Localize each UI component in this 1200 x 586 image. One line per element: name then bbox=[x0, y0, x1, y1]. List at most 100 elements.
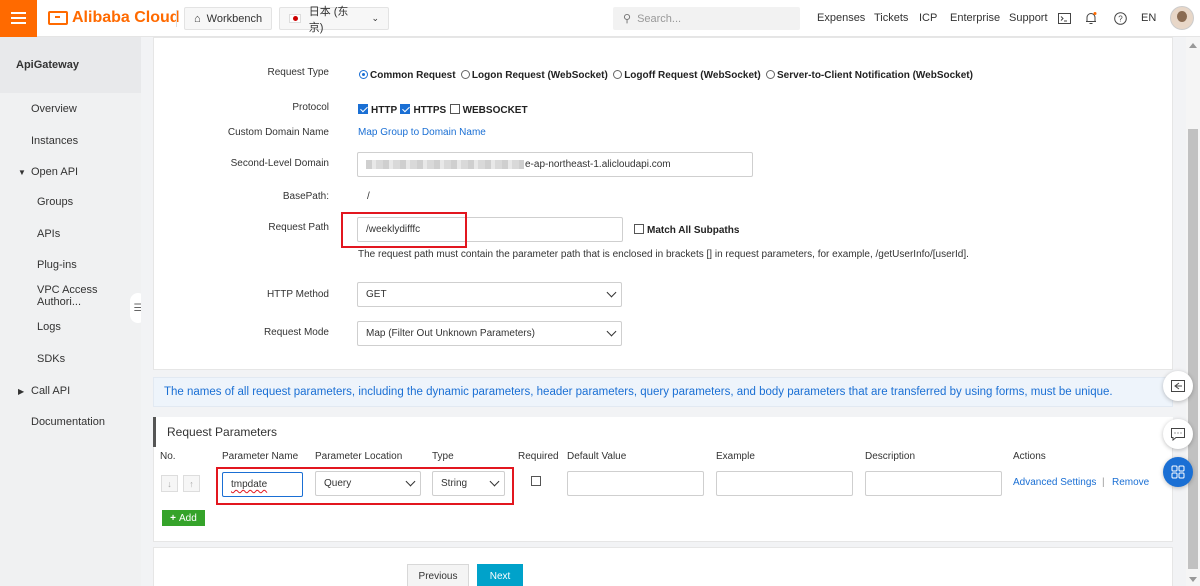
example-input[interactable] bbox=[716, 471, 853, 496]
feedback-button[interactable] bbox=[1163, 371, 1193, 401]
option-label: Match All Subpaths bbox=[647, 225, 740, 236]
sidebar-item-open-api[interactable]: ▼ Open API bbox=[0, 161, 141, 183]
request-path-label: Request Path bbox=[268, 222, 329, 233]
caret-right-icon: ▶ bbox=[18, 386, 25, 396]
sidebar-item-vpc-access[interactable]: VPC Access Authori... bbox=[0, 284, 141, 308]
move-down-button[interactable]: ↓ bbox=[161, 475, 178, 492]
region-selector[interactable]: 日本 (东京) ⌄ bbox=[279, 6, 389, 34]
terminal-icon[interactable] bbox=[1056, 10, 1072, 26]
selected-value: GET bbox=[366, 289, 387, 300]
search-placeholder: Search... bbox=[637, 12, 682, 25]
checkbox-websocket[interactable] bbox=[449, 104, 460, 114]
sidebar-item-apis[interactable]: APIs bbox=[0, 223, 141, 245]
move-up-button[interactable]: ↑ bbox=[183, 475, 200, 492]
radio-logoff-request[interactable] bbox=[613, 70, 623, 79]
column-header-default-value: Default Value bbox=[567, 451, 627, 462]
japan-flag-icon bbox=[289, 14, 301, 23]
request-mode-select[interactable]: Map (Filter Out Unknown Parameters) bbox=[357, 321, 622, 346]
http-method-select[interactable]: GET bbox=[357, 282, 622, 307]
arrow-down-icon: ↓ bbox=[167, 478, 172, 489]
map-domain-link[interactable]: Map Group to Domain Name bbox=[358, 127, 486, 138]
option-label: Common Request bbox=[370, 70, 456, 81]
request-type-group: Common Request Logon Request (WebSocket)… bbox=[357, 67, 973, 81]
language-switch[interactable]: EN bbox=[1141, 12, 1156, 24]
sidebar-item-groups[interactable]: Groups bbox=[0, 191, 141, 213]
home-icon: ⌂ bbox=[194, 12, 201, 25]
radio-server-notification[interactable] bbox=[766, 70, 776, 79]
option-label: Server-to-Client Notification (WebSocket… bbox=[777, 70, 973, 81]
help-icon[interactable]: ? bbox=[1112, 10, 1128, 26]
second-level-domain-label: Second-Level Domain bbox=[230, 158, 329, 169]
sidebar-item-plug-ins[interactable]: Plug-ins bbox=[0, 254, 141, 276]
second-level-domain-field[interactable]: e-ap-northeast-1.alicloudapi.com bbox=[357, 152, 753, 177]
sidebar-item-label: Logs bbox=[37, 321, 61, 333]
search-icon: ⚲ bbox=[623, 13, 632, 25]
sidebar-item-sdks[interactable]: SDKs bbox=[0, 348, 141, 370]
advanced-settings-link[interactable]: Advanced Settings bbox=[1013, 477, 1096, 488]
workbench-button[interactable]: ⌂ Workbench bbox=[184, 7, 273, 30]
avatar[interactable] bbox=[1170, 6, 1194, 30]
chat-button[interactable] bbox=[1163, 419, 1193, 449]
basepath-value: / bbox=[367, 191, 370, 202]
sidebar-item-label: Call API bbox=[31, 385, 71, 397]
sidebar-item-label: Overview bbox=[31, 103, 77, 115]
column-header-description: Description bbox=[865, 451, 916, 462]
next-button[interactable]: Next bbox=[477, 564, 523, 586]
column-header-parameter-name: Parameter Name bbox=[222, 451, 299, 462]
scroll-down-icon[interactable] bbox=[1189, 577, 1197, 582]
match-subpaths-option[interactable]: Match All Subpaths bbox=[634, 222, 739, 236]
sidebar-item-overview[interactable]: Overview bbox=[0, 98, 141, 120]
feedback-icon bbox=[1171, 380, 1185, 392]
apps-grid-icon bbox=[1171, 465, 1185, 479]
highlight-box-request-path bbox=[341, 212, 467, 248]
menu-icon[interactable] bbox=[0, 0, 37, 37]
alibaba-cloud-logo[interactable]: Alibaba Cloud bbox=[48, 8, 180, 28]
caret-down-icon: ▼ bbox=[18, 167, 26, 177]
scrollbar-thumb[interactable] bbox=[1188, 129, 1198, 569]
scroll-up-icon[interactable] bbox=[1189, 43, 1197, 48]
actions-separator: | bbox=[1102, 477, 1105, 488]
arrow-up-icon: ↑ bbox=[189, 478, 194, 489]
sidebar-item-documentation[interactable]: Documentation bbox=[0, 411, 141, 433]
checkbox-match-subpaths[interactable] bbox=[634, 224, 644, 234]
page-scrollbar[interactable] bbox=[1186, 37, 1200, 586]
tickets-link[interactable]: Tickets bbox=[874, 12, 908, 24]
description-input[interactable] bbox=[865, 471, 1002, 496]
search-input[interactable]: ⚲ Search... bbox=[613, 7, 800, 30]
option-label: HTTP bbox=[371, 105, 398, 116]
domain-suffix: e-ap-northeast-1.alicloudapi.com bbox=[525, 159, 671, 170]
chevron-down-icon: ⌄ bbox=[371, 13, 379, 23]
svg-text:?: ? bbox=[1118, 14, 1123, 23]
checkbox-https[interactable] bbox=[400, 104, 411, 114]
request-type-label: Request Type bbox=[267, 67, 329, 78]
checkbox-http[interactable] bbox=[358, 104, 368, 114]
required-checkbox[interactable] bbox=[531, 476, 541, 486]
alibaba-logo-icon bbox=[48, 11, 68, 25]
plus-icon: + bbox=[170, 512, 177, 524]
sidebar-item-logs[interactable]: Logs bbox=[0, 316, 141, 338]
radio-logon-request[interactable] bbox=[460, 70, 470, 79]
apps-button[interactable] bbox=[1163, 457, 1193, 487]
main-content: Request Type Common Request Logon Reques… bbox=[141, 37, 1186, 586]
highlight-box-parameter-row bbox=[216, 467, 514, 505]
sidebar-item-instances[interactable]: Instances bbox=[0, 130, 141, 152]
icp-link[interactable]: ICP bbox=[919, 12, 937, 24]
support-link[interactable]: Support bbox=[1009, 12, 1048, 24]
expenses-link[interactable]: Expenses bbox=[817, 12, 865, 24]
bell-icon[interactable] bbox=[1083, 10, 1099, 26]
remove-link[interactable]: Remove bbox=[1112, 477, 1149, 488]
option-label: Logon Request (WebSocket) bbox=[471, 70, 608, 81]
option-label: WEBSOCKET bbox=[462, 105, 528, 116]
column-header-required: Required bbox=[518, 451, 559, 462]
enterprise-link[interactable]: Enterprise bbox=[950, 12, 1000, 24]
radio-common-request[interactable] bbox=[359, 70, 368, 79]
sidebar-item-call-api[interactable]: ▶ Call API bbox=[0, 380, 141, 402]
column-header-location: Parameter Location bbox=[315, 451, 403, 462]
basic-definition-card: Request Type Common Request Logon Reques… bbox=[153, 37, 1173, 370]
sidebar: ApiGateway Overview Instances ▼ Open API … bbox=[0, 37, 141, 586]
selected-value: Map (Filter Out Unknown Parameters) bbox=[366, 328, 535, 339]
default-value-input[interactable] bbox=[567, 471, 704, 496]
sidebar-item-label: Instances bbox=[31, 135, 79, 147]
add-parameter-button[interactable]: + Add bbox=[162, 510, 205, 526]
previous-button[interactable]: Previous bbox=[407, 564, 469, 586]
